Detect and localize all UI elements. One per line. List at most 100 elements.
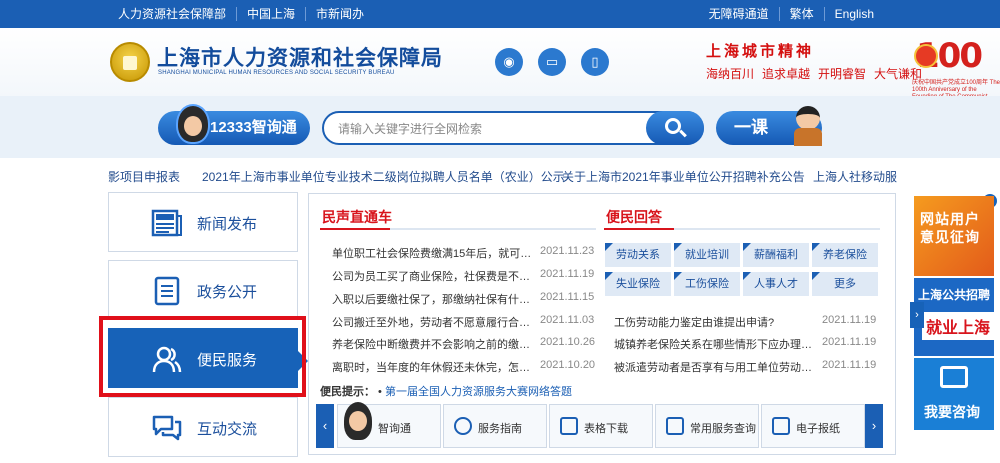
mascot-head bbox=[796, 106, 820, 130]
tag-salary-benefits[interactable]: 薪酬福利 bbox=[743, 243, 809, 267]
chat-bubble-icon bbox=[152, 415, 182, 441]
item-title: 城镇养老保险关系在哪些情形下应办理… bbox=[614, 339, 812, 351]
tag-more[interactable]: 更多 bbox=[812, 272, 878, 296]
tip-label: 便民提示： bbox=[320, 386, 375, 398]
quick-label: 电子报纸 bbox=[796, 423, 840, 435]
nav-label: 互动交流 bbox=[197, 421, 258, 438]
tag-employment-training[interactable]: 就业培训 bbox=[674, 243, 740, 267]
banner-consult[interactable]: 我要咨询 bbox=[914, 358, 994, 430]
party-emblem-icon bbox=[914, 44, 938, 68]
monitor-icon bbox=[940, 366, 968, 388]
link-news-office[interactable]: 市新闻办 bbox=[306, 7, 374, 21]
spirit-item: 开明睿智 bbox=[818, 67, 867, 81]
quick-service-query[interactable]: 常用服务查询 bbox=[655, 404, 759, 448]
item-title: 离职时，当年度的年休假还未休完，怎… bbox=[332, 362, 530, 374]
grid-icon bbox=[560, 417, 578, 435]
item-date: 2021.11.15 bbox=[540, 291, 595, 303]
divider-accent bbox=[604, 228, 674, 230]
quick-label: 表格下载 bbox=[584, 423, 628, 435]
assistant-avatar-icon bbox=[344, 402, 372, 440]
section-title-bianmin[interactable]: 便民回答 bbox=[606, 207, 662, 227]
quick-service-guide[interactable]: 服务指南 bbox=[443, 404, 547, 448]
newspaper-icon bbox=[772, 417, 790, 435]
item-title: 养老保险中断缴费并不会影响之前的缴… bbox=[332, 339, 530, 351]
section-title-minsheng[interactable]: 民声直通车 bbox=[322, 207, 392, 227]
tag-labor-relations[interactable]: 劳动关系 bbox=[605, 243, 671, 267]
city-spirit-items: 海纳百川 追求卓越 开明睿智 大气谦和 bbox=[706, 65, 922, 82]
search-box bbox=[322, 111, 704, 145]
item-date: 2021.11.19 bbox=[822, 359, 877, 371]
search-button[interactable] bbox=[646, 111, 704, 145]
banner-text: 网站用户意见征询 bbox=[920, 211, 980, 245]
tag-unemployment-insurance[interactable]: 失业保险 bbox=[605, 272, 671, 296]
highlight-annotation-box bbox=[99, 316, 306, 397]
section-divider bbox=[604, 228, 880, 230]
nav-label: 政务公开 bbox=[197, 284, 258, 301]
bureau-emblem-icon[interactable] bbox=[110, 42, 150, 82]
site-header: 上海市人力资源和社会保障局 SHANGHAI MUNICIPAL HUMAN R… bbox=[0, 28, 1000, 107]
ticker-item[interactable]: 上海人社移动服 bbox=[813, 168, 897, 185]
tag-injury-insurance[interactable]: 工伤保险 bbox=[674, 272, 740, 296]
banner-user-survey[interactable]: 网站用户意见征询 bbox=[914, 196, 994, 276]
item-date: 2021.11.19 bbox=[822, 314, 877, 326]
search-input[interactable] bbox=[338, 120, 638, 138]
nav-government-affairs[interactable]: 政务公开 bbox=[108, 260, 298, 320]
quick-label: 常用服务查询 bbox=[690, 423, 756, 435]
site-logo-title[interactable]: 上海市人力资源和社会保障局 bbox=[157, 42, 443, 72]
banner-text: 上海公共招聘 bbox=[918, 288, 991, 302]
spirit-item: 海纳百川 bbox=[706, 67, 755, 81]
compass-icon bbox=[454, 417, 472, 435]
nav-interaction[interactable]: 互动交流 bbox=[108, 397, 298, 457]
spirit-item: 追求卓越 bbox=[762, 67, 811, 81]
chevron-right-icon[interactable]: › bbox=[910, 302, 924, 328]
teacher-mascot-icon bbox=[790, 100, 826, 148]
quick-form-download[interactable]: 表格下载 bbox=[549, 404, 653, 448]
item-date: 2021.10.20 bbox=[540, 359, 596, 371]
link-ministry[interactable]: 人力资源社会保障部 bbox=[118, 7, 238, 21]
tag-personnel-talent[interactable]: 人事人才 bbox=[743, 272, 809, 296]
ticker-item[interactable]: 2021年上海市事业单位专业技术二级岗位拟聘人员名单（农业）公示 bbox=[202, 168, 565, 185]
section-divider bbox=[320, 228, 596, 230]
item-date: 2021.11.19 bbox=[540, 268, 595, 280]
ticker-item[interactable]: 影项目申报表 bbox=[108, 168, 180, 185]
mobile-icon[interactable]: ▯ bbox=[581, 48, 609, 76]
item-date: 2021.10.26 bbox=[540, 336, 596, 348]
tag-pension-insurance[interactable]: 养老保险 bbox=[812, 243, 878, 267]
link-china-shanghai[interactable]: 中国上海 bbox=[237, 7, 307, 21]
item-title: 被派遣劳动者是否享有与用工单位劳动… bbox=[614, 362, 812, 374]
news-ticker: 影项目申报表 2021年上海市事业单位专业技术二级岗位拟聘人员名单（农业）公示 … bbox=[0, 158, 1000, 190]
ticker-item[interactable]: 关于上海市2021年事业单位公开招聘补充公告 bbox=[562, 168, 805, 185]
link-english[interactable]: English bbox=[825, 7, 884, 21]
site-logo-subtitle: SHANGHAI MUNICIPAL HUMAN RESOURCES AND S… bbox=[158, 70, 395, 76]
item-date: 2021.11.19 bbox=[822, 336, 877, 348]
item-date: 2021.11.23 bbox=[540, 245, 595, 257]
search-icon bbox=[665, 118, 681, 134]
search-row: 12333智询通 一课 bbox=[0, 96, 1000, 158]
item-title: 单位职工社会保险费缴满15年后，就可… bbox=[332, 248, 532, 260]
assistant-avatar-icon bbox=[176, 104, 210, 144]
top-bar: 人力资源社会保障部 中国上海 市新闻办 无障碍通道 繁体 English bbox=[0, 0, 1000, 28]
service-tip: 便民提示： • 第一届全国人力资源服务大赛网络答题 bbox=[320, 386, 572, 398]
weibo-icon[interactable]: ◉ bbox=[495, 48, 523, 76]
quick-label: 智询通 bbox=[378, 423, 411, 435]
newspaper-icon bbox=[151, 209, 182, 237]
quick-e-newspaper[interactable]: 电子报纸 bbox=[761, 404, 865, 448]
item-title: 入职以后要缴社保了，那缴纳社保有什… bbox=[332, 294, 530, 306]
nav-label: 新闻发布 bbox=[197, 216, 258, 233]
banner-public-recruitment[interactable]: 上海公共招聘 就业上海 bbox=[914, 278, 994, 356]
link-traditional[interactable]: 繁体 bbox=[780, 7, 825, 21]
nav-news-release[interactable]: 新闻发布 bbox=[108, 192, 298, 252]
employment-shanghai-logo: 就业上海 bbox=[922, 312, 994, 340]
banner-text: 我要咨询 bbox=[924, 404, 980, 420]
item-date: 2021.11.03 bbox=[540, 314, 595, 326]
quick-prev-button[interactable]: ‹ bbox=[316, 404, 334, 448]
link-accessibility[interactable]: 无障碍通道 bbox=[699, 7, 780, 21]
city-spirit-title: 上海城市精神 bbox=[706, 42, 815, 60]
item-title: 工伤劳动能力鉴定由谁提出申请? bbox=[614, 317, 775, 329]
pc-icon[interactable]: ▭ bbox=[538, 48, 566, 76]
divider-accent bbox=[320, 228, 390, 230]
quick-next-button[interactable]: › bbox=[865, 404, 883, 448]
tip-link[interactable]: 第一届全国人力资源服务大赛网络答题 bbox=[385, 386, 572, 398]
mascot-body bbox=[794, 128, 822, 146]
item-title: 公司为员工买了商业保险，社保费是不… bbox=[332, 271, 530, 283]
